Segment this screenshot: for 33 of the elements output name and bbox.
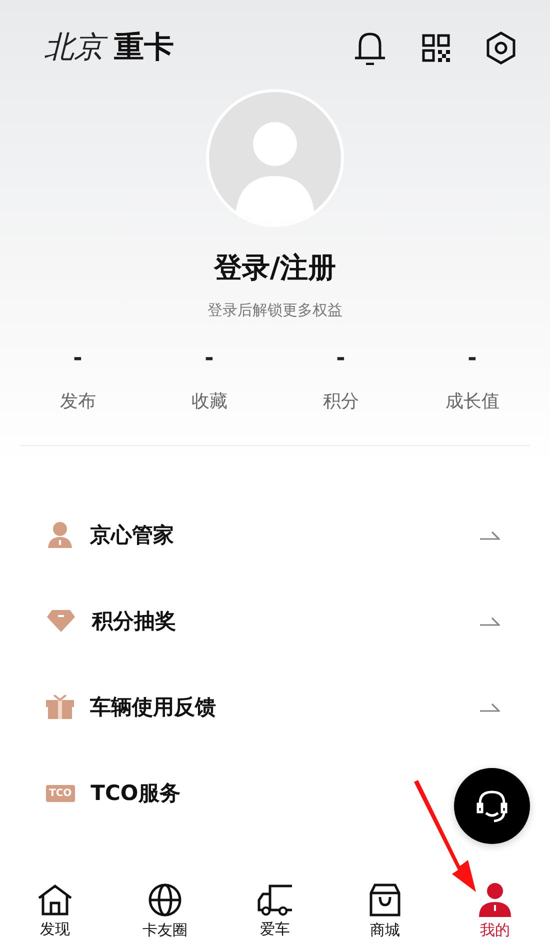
stat-value: - bbox=[73, 346, 82, 371]
tab[interactable]: 发现 bbox=[0, 873, 110, 949]
menu-item[interactable]: TCO服务 bbox=[90, 779, 180, 807]
home-icon bbox=[37, 884, 73, 916]
settings-icon[interactable] bbox=[486, 30, 516, 64]
menu-item[interactable]: 积分抽奖 bbox=[92, 607, 176, 635]
stat-label[interactable]: 发布 bbox=[60, 389, 96, 413]
stat-value: - bbox=[204, 346, 214, 371]
truck-icon bbox=[257, 884, 293, 916]
stat-value: - bbox=[336, 346, 346, 371]
bag-icon bbox=[369, 882, 401, 916]
stat-label[interactable]: 积分 bbox=[322, 389, 359, 413]
tab[interactable]: 商城 bbox=[330, 873, 440, 949]
stat-label[interactable]: 收藏 bbox=[191, 389, 228, 413]
diamond-icon bbox=[46, 609, 76, 633]
stat-value: - bbox=[468, 346, 477, 371]
customer-service-button[interactable] bbox=[454, 768, 530, 844]
tab[interactable]: 卡友圈 bbox=[110, 873, 220, 949]
person-icon bbox=[46, 522, 74, 548]
menu-item[interactable]: 车辆使用反馈 bbox=[90, 693, 216, 721]
stat-label[interactable]: 成长值 bbox=[445, 389, 500, 413]
qr-code-icon[interactable] bbox=[422, 34, 450, 62]
globe-icon bbox=[148, 882, 182, 916]
gift-icon bbox=[46, 695, 74, 719]
login-link[interactable]: 登录/注册 bbox=[0, 249, 550, 287]
tco-badge: TCO bbox=[46, 784, 75, 802]
logo-text: 重卡 bbox=[114, 29, 174, 67]
tab[interactable]: 爱车 bbox=[220, 873, 330, 949]
menu-item[interactable]: 京心管家 bbox=[90, 521, 174, 549]
tab[interactable]: 我的 bbox=[440, 873, 550, 949]
bell-icon[interactable] bbox=[354, 30, 386, 64]
person-icon bbox=[477, 882, 513, 916]
login-hint: 登录后解锁更多权益 bbox=[206, 301, 344, 320]
